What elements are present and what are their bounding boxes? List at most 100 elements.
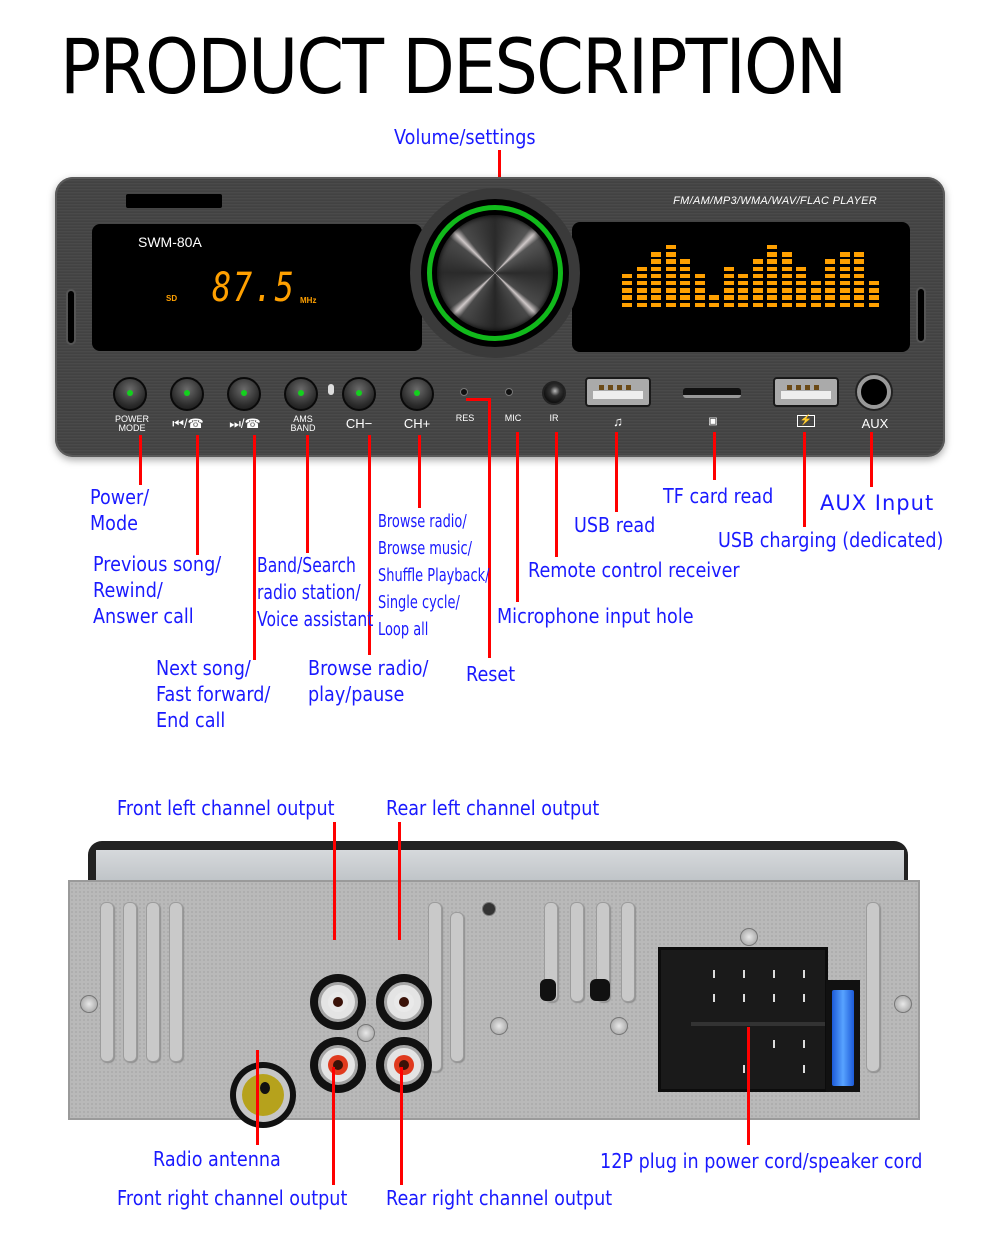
ch-minus-button[interactable] bbox=[342, 377, 376, 411]
equalizer-segment bbox=[709, 302, 719, 307]
equalizer-segment bbox=[680, 259, 690, 264]
reset-hole[interactable] bbox=[460, 388, 468, 396]
mount-hole bbox=[482, 902, 496, 916]
equalizer-segment bbox=[781, 280, 792, 286]
volume-knob[interactable] bbox=[437, 215, 553, 331]
equalizer-segment bbox=[781, 273, 792, 279]
antenna-jack[interactable] bbox=[230, 1062, 296, 1128]
rca-rear-right[interactable] bbox=[376, 1037, 432, 1093]
leader-line-front-right bbox=[332, 1067, 335, 1185]
equalizer-segment bbox=[767, 273, 777, 279]
equalizer-segment bbox=[665, 266, 676, 271]
equalizer-segment bbox=[854, 288, 864, 293]
equalizer-segment bbox=[651, 259, 661, 264]
aux-label: AUX bbox=[861, 416, 889, 431]
equalizer-segment bbox=[767, 266, 777, 271]
rib bbox=[866, 902, 880, 1072]
equalizer-segment bbox=[781, 266, 792, 271]
leader-line-reset-h bbox=[466, 398, 490, 401]
ch-plus-button[interactable] bbox=[400, 377, 434, 411]
equalizer-segment bbox=[709, 295, 719, 300]
leader-line-ir bbox=[555, 432, 558, 557]
callout-aux: AUX Input bbox=[820, 491, 935, 515]
usb-charging-port[interactable] bbox=[773, 377, 839, 407]
leader-line-previous bbox=[196, 435, 199, 555]
rca-front-right[interactable] bbox=[310, 1037, 366, 1093]
equalizer-segment bbox=[665, 280, 676, 286]
equalizer-segment bbox=[854, 259, 864, 264]
ch-plus-label: CH+ bbox=[403, 416, 431, 431]
callout-previous: Previous song/Rewind/Answer call bbox=[93, 552, 222, 628]
equalizer-segment bbox=[738, 302, 748, 307]
equalizer-segment bbox=[665, 288, 676, 293]
equalizer-segment bbox=[810, 295, 821, 300]
equalizer-segment bbox=[738, 295, 748, 300]
equalizer-segment bbox=[723, 280, 734, 286]
screw bbox=[610, 1017, 628, 1035]
frequency-readout: 87.5 bbox=[212, 265, 296, 311]
callout-usb-charge: USB charging (dedicated) bbox=[718, 528, 944, 552]
aux-jack[interactable] bbox=[857, 375, 891, 409]
equalizer-segment bbox=[738, 288, 748, 293]
back-panel bbox=[68, 880, 920, 1128]
equalizer-segment bbox=[781, 295, 792, 300]
ir-sensor bbox=[542, 381, 566, 405]
power-mode-label: POWER MODE bbox=[114, 414, 149, 433]
equalizer-segment bbox=[868, 295, 879, 300]
leader-line-band bbox=[306, 435, 309, 553]
led-indicator bbox=[184, 390, 190, 396]
equalizer-segment bbox=[752, 280, 763, 286]
callout-ch-minus: Browse radio/play/pause bbox=[308, 656, 429, 706]
equalizer-segment bbox=[752, 273, 763, 279]
power-mode-button[interactable] bbox=[113, 377, 147, 411]
equalizer-segment bbox=[636, 302, 647, 307]
ams-band-button[interactable] bbox=[284, 377, 318, 411]
equalizer-segment bbox=[796, 295, 806, 300]
left-notch bbox=[66, 289, 76, 345]
equalizer-segment bbox=[622, 302, 632, 307]
equalizer-segment bbox=[694, 280, 705, 286]
ch-minus-label: CH− bbox=[345, 416, 373, 431]
next-button[interactable] bbox=[227, 377, 261, 411]
equalizer-segment bbox=[752, 288, 763, 293]
equalizer-segment bbox=[781, 252, 792, 257]
equalizer-segment bbox=[651, 302, 661, 307]
equalizer-segment bbox=[636, 288, 647, 293]
equalizer-segment bbox=[767, 302, 777, 307]
equalizer-segment bbox=[854, 273, 864, 279]
leader-line-rear-right bbox=[400, 1067, 403, 1185]
equalizer-segment bbox=[680, 280, 690, 286]
callout-band: Band/Search radio station/Voice assistant bbox=[257, 553, 374, 631]
equalizer-segment bbox=[796, 266, 806, 271]
equalizer-segment bbox=[723, 288, 734, 293]
fuse[interactable] bbox=[832, 990, 854, 1086]
leader-line-usb-read bbox=[615, 432, 618, 512]
callout-ir: Remote control receiver bbox=[528, 558, 740, 582]
vent-slot bbox=[540, 979, 556, 1001]
usb-read-port[interactable] bbox=[585, 377, 651, 407]
equalizer-segment bbox=[825, 273, 835, 279]
tf-card-slot[interactable] bbox=[683, 388, 741, 398]
equalizer-segment bbox=[810, 288, 821, 293]
leader-line-usb-charge bbox=[803, 432, 806, 527]
disc-slot bbox=[126, 194, 222, 208]
leader-line-aux bbox=[870, 432, 873, 487]
callout-next: Next song/Fast forward/End call bbox=[156, 656, 271, 732]
ir-label: IR bbox=[549, 413, 559, 423]
equalizer-segment bbox=[767, 259, 777, 264]
equalizer-segment bbox=[868, 280, 879, 286]
equalizer-segment bbox=[781, 302, 792, 307]
equalizer-segment bbox=[839, 295, 850, 300]
rca-rear-left[interactable] bbox=[376, 974, 432, 1030]
callout-front-left: Front left channel output bbox=[117, 796, 335, 820]
equalizer-segment bbox=[854, 266, 864, 271]
screw bbox=[80, 995, 98, 1013]
rib bbox=[169, 902, 183, 1062]
page-title: PRODUCT DESCRIPTION bbox=[60, 22, 847, 111]
iso-connector[interactable] bbox=[658, 947, 828, 1092]
previous-button[interactable] bbox=[170, 377, 204, 411]
equalizer-segment bbox=[839, 252, 850, 257]
callout-antenna: Radio antenna bbox=[153, 1147, 281, 1171]
equalizer-segment bbox=[767, 252, 777, 257]
rca-front-left[interactable] bbox=[310, 974, 366, 1030]
